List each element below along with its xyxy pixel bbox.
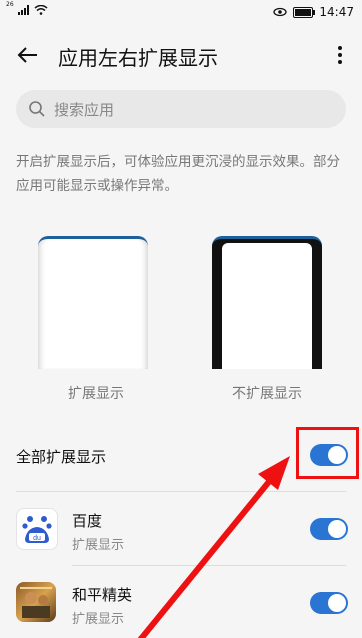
app-name: 百度 [72,512,103,530]
more-vertical-icon [338,46,342,64]
svg-text:du: du [33,535,41,542]
more-options-button[interactable] [330,40,350,70]
eye-icon [273,7,288,17]
app-bar: 应用左右扩展显示 [0,30,362,80]
search-icon [29,101,45,117]
app-status: 扩展显示 [72,612,125,627]
wifi-icon [34,5,48,15]
page-title: 应用左右扩展显示 [58,46,218,70]
app-status: 扩展显示 [72,538,125,553]
baidu-icon: du [16,508,58,550]
highlight-box [296,427,359,479]
back-arrow-icon [17,47,37,63]
status-time: 14:47 [319,5,354,19]
no-expand-preview-label: 不扩展显示 [232,386,302,402]
toggle-knob [328,520,346,538]
status-bar: 26 14:47 [0,0,362,26]
signal-icon [17,5,29,15]
search-input[interactable]: 搜索应用 [16,90,346,128]
peace-elite-expand-toggle[interactable] [310,592,348,614]
search-placeholder: 搜索应用 [54,100,115,119]
description-text: 开启扩展显示后，可体验应用更沉浸的显示效果。部分应用可能显示或操作异常。 [16,154,340,194]
toggle-knob [328,594,346,612]
all-expand-label: 全部扩展显示 [16,448,107,466]
divider [16,491,346,492]
expand-preview-image [38,236,148,369]
no-expand-preview-image [212,236,322,369]
expand-preview-label: 扩展显示 [68,386,124,402]
back-button[interactable] [12,40,42,70]
battery-icon [293,6,316,18]
baidu-expand-toggle[interactable] [310,518,348,540]
app-name: 和平精英 [72,586,133,604]
peace-elite-icon [16,582,56,622]
divider [72,565,346,566]
network-type: 26 [6,1,14,8]
